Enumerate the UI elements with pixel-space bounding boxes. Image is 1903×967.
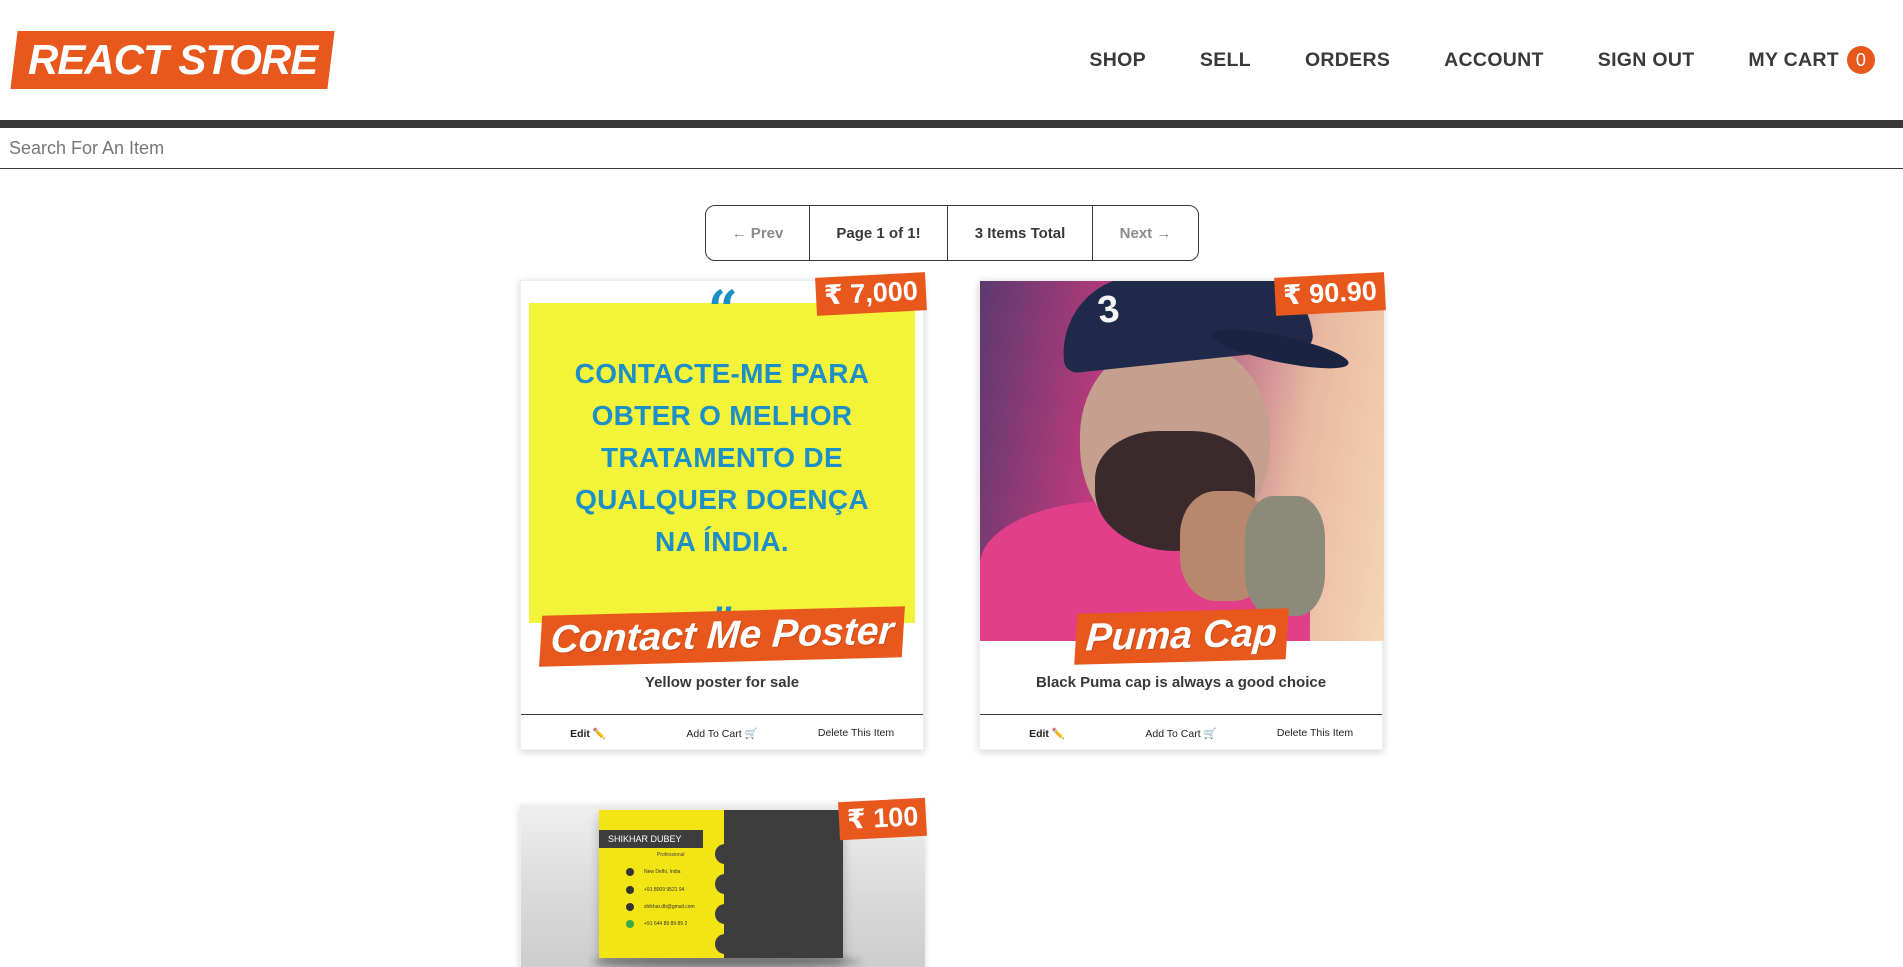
business-card-row: +91 8009 9521 94: [626, 886, 684, 894]
cart-count-badge: 0: [1847, 46, 1875, 74]
business-card-line: +91 8009 9521 94: [644, 887, 685, 893]
item-title-text: Puma Cap: [1073, 608, 1289, 665]
poster-line: CONTACTE-ME PARA: [574, 358, 870, 389]
business-card-name: SHIKHAR DUBEY: [599, 830, 703, 848]
item-title[interactable]: Puma Cap: [980, 608, 1382, 665]
item-image[interactable]: “ CONTACTE-ME PARA OBTER O MELHOR TRATAM…: [521, 281, 925, 641]
item-card: 3 ₹ 90.90 Puma Cap Black Puma cap is alw…: [979, 272, 1386, 751]
edit-button[interactable]: Edit ✏️: [521, 715, 655, 751]
business-card-row: +91 644 89 89 89 2: [626, 920, 687, 928]
nav-shop[interactable]: SHOP: [1089, 49, 1145, 72]
header-divider: [0, 120, 1903, 128]
item-card: “ CONTACTE-ME PARA OBTER O MELHOR TRATAM…: [520, 272, 927, 751]
business-card-line: +91 644 89 89 89 2: [644, 921, 688, 927]
business-card-image: SHIKHAR DUBEY Professional New Delhi, In…: [599, 810, 843, 958]
item-description: Black Puma cap is always a good choice: [1035, 674, 1327, 691]
delete-item-button[interactable]: Delete This Item: [789, 715, 923, 751]
item-actions: Edit ✏️ Add To Cart 🛒 Delete This Item: [521, 714, 923, 751]
business-card-wave: [715, 904, 755, 924]
item-card: SHIKHAR DUBEY Professional New Delhi, In…: [520, 797, 927, 967]
item-image[interactable]: 3: [980, 281, 1384, 641]
item-description: Yellow poster for sale: [644, 674, 800, 691]
business-card-wave: [715, 934, 755, 954]
poster-line: QUALQUER DOENÇA: [575, 484, 869, 515]
business-card-wave: [715, 874, 755, 894]
business-card-row: New Delhi, India: [626, 868, 680, 876]
item-actions: Edit ✏️ Add To Cart 🛒 Delete This Item: [980, 714, 1382, 751]
items-total: 3 Items Total: [948, 206, 1093, 260]
poster-text: CONTACTE-ME PARA OBTER O MELHOR TRATAMEN…: [529, 353, 915, 563]
price-tag: ₹ 90.90: [1274, 272, 1386, 316]
nav-orders[interactable]: ORDERS: [1305, 49, 1390, 72]
nav-account[interactable]: ACCOUNT: [1444, 49, 1544, 72]
location-icon: [626, 868, 634, 876]
phone-icon: [626, 886, 634, 894]
store-logo[interactable]: REACT STORE: [10, 31, 335, 89]
price-tag: ₹ 100: [837, 797, 927, 841]
whatsapp-icon: [626, 920, 634, 928]
search-input[interactable]: [0, 128, 1903, 169]
price-tag: ₹ 7,000: [815, 272, 927, 316]
item-title-text: Contact Me Poster: [538, 606, 906, 667]
pagination: ← Prev Page 1 of 1! 3 Items Total Next →: [705, 205, 1199, 261]
business-card-subtitle: Professional: [657, 852, 685, 858]
business-card-wave: [715, 844, 755, 864]
business-card-line: shikhar.db@gmail.com: [644, 904, 695, 910]
cart-label: MY CART: [1748, 48, 1839, 71]
store-logo-text: REACT STORE: [28, 36, 318, 83]
nav-sign-out[interactable]: SIGN OUT: [1598, 49, 1695, 72]
next-page-button[interactable]: Next →: [1093, 206, 1198, 260]
prev-page-button[interactable]: ← Prev: [706, 206, 810, 260]
business-card-row: shikhar.db@gmail.com: [626, 903, 695, 911]
business-card-line: New Delhi, India: [644, 869, 681, 875]
nav-sell[interactable]: SELL: [1200, 49, 1251, 72]
product-photo: 3: [980, 281, 1384, 641]
poster-line: OBTER O MELHOR: [591, 400, 853, 431]
site-header: REACT STORE SHOP SELL ORDERS ACCOUNT SIG…: [0, 0, 1903, 120]
poster-line: NA ÍNDIA.: [655, 526, 789, 557]
main-nav: SHOP SELL ORDERS ACCOUNT SIGN OUT MY CAR…: [1089, 46, 1875, 74]
add-to-cart-button[interactable]: Add To Cart 🛒: [1114, 715, 1248, 751]
edit-button[interactable]: Edit ✏️: [980, 715, 1114, 751]
photo-cup: [1245, 496, 1325, 616]
email-icon: [626, 903, 634, 911]
item-title[interactable]: Contact Me Poster: [521, 606, 923, 667]
nav-my-cart[interactable]: MY CART 0: [1748, 46, 1875, 74]
page-indicator: Page 1 of 1!: [810, 206, 948, 260]
add-to-cart-button[interactable]: Add To Cart 🛒: [655, 715, 789, 751]
poster-line: TRATAMENTO DE: [601, 442, 843, 473]
delete-item-button[interactable]: Delete This Item: [1248, 715, 1382, 751]
